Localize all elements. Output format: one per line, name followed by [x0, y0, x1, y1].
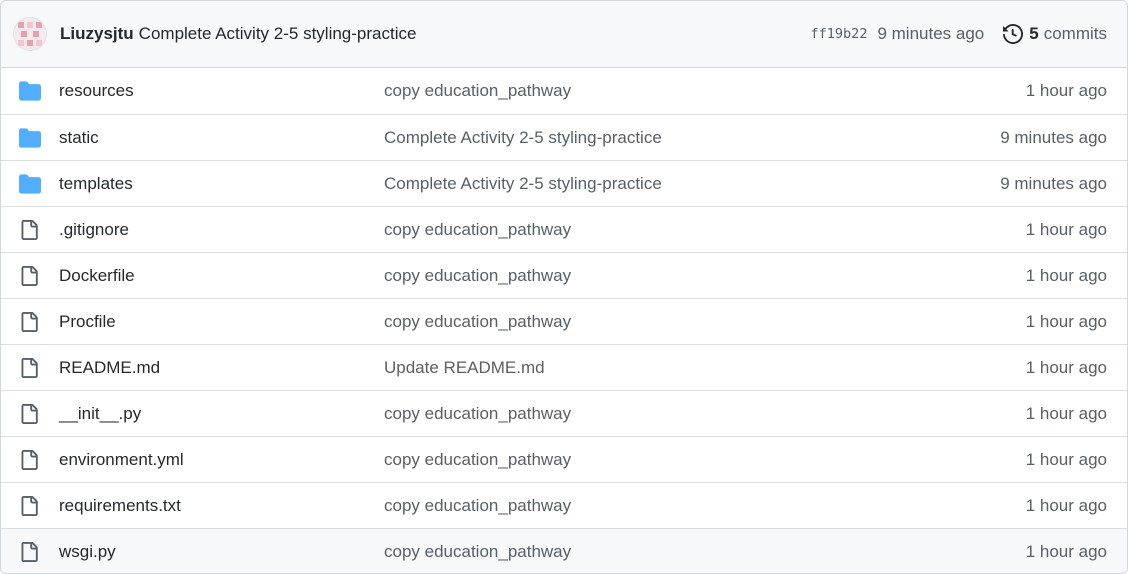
file-list: resources copy education_pathway 1 hour ag… — [1, 68, 1127, 573]
commit-age: 9 minutes ago — [1000, 127, 1107, 147]
folder-icon — [19, 127, 41, 149]
file-name-link[interactable]: README.md — [59, 358, 160, 378]
commit-message-link[interactable]: copy education_pathway — [384, 542, 571, 562]
file-icon — [19, 265, 39, 286]
commit-age: 1 hour ago — [1025, 311, 1107, 331]
folder-icon — [19, 173, 41, 195]
repo-file-browser: Liuzysjtu Complete Activity 2-5 styling-… — [0, 0, 1128, 574]
author-avatar[interactable] — [13, 17, 47, 51]
commit-message-link[interactable]: Complete Activity 2-5 styling-practice — [384, 128, 662, 148]
file-row[interactable]: resources copy education_pathway 1 hour ag… — [1, 68, 1127, 114]
commit-meta: ff19b22 9 minutes ago 5 commits — [811, 24, 1107, 44]
history-icon — [1003, 24, 1024, 44]
file-name-link[interactable]: templates — [59, 174, 133, 194]
file-row[interactable]: Procfile copy education_pathway 1 hour ago — [1, 298, 1127, 344]
commit-message-link[interactable]: copy education_pathway — [384, 312, 571, 332]
file-row[interactable]: README.md Update README.md 1 hour ago — [1, 344, 1127, 390]
folder-icon — [19, 80, 41, 102]
file-row[interactable]: wsgi.py copy education_pathway 1 hour ago — [1, 528, 1127, 573]
commit-age: 1 hour ago — [1025, 81, 1107, 100]
commit-message-link[interactable]: copy education_pathway — [384, 450, 571, 470]
file-name-link[interactable]: .gitignore — [59, 220, 129, 240]
commit-age: 1 hour ago — [1025, 357, 1107, 377]
file-icon — [19, 357, 39, 378]
commit-message-link[interactable]: copy education_pathway — [384, 404, 571, 424]
commit-sha[interactable]: ff19b22 — [811, 26, 868, 42]
file-icon — [19, 311, 39, 332]
file-row[interactable]: requirements.txt copy education_pathway 1 … — [1, 482, 1127, 528]
commit-message-link[interactable]: copy education_pathway — [384, 220, 571, 240]
file-icon — [19, 403, 39, 424]
file-row[interactable]: environment.yml copy education_pathway 1 h… — [1, 436, 1127, 482]
commit-age: 1 hour ago — [1025, 495, 1107, 515]
commit-age: 1 hour ago — [1025, 541, 1107, 561]
file-row[interactable]: templates Complete Activity 2-5 styling-p… — [1, 160, 1127, 206]
file-row[interactable]: Dockerfile copy education_pathway 1 hour a… — [1, 252, 1127, 298]
commit-message-link[interactable]: copy education_pathway — [384, 266, 571, 286]
file-name-link[interactable]: wsgi.py — [59, 542, 116, 562]
file-name-link[interactable]: Dockerfile — [59, 266, 135, 286]
file-row[interactable]: .gitignore copy education_pathway 1 hour a… — [1, 206, 1127, 252]
latest-commit-bar: Liuzysjtu Complete Activity 2-5 styling-… — [1, 1, 1127, 68]
file-name-link[interactable]: resources — [59, 81, 134, 101]
file-name-link[interactable]: Procfile — [59, 312, 116, 332]
file-name-link[interactable]: environment.yml — [59, 450, 184, 470]
commit-age: 1 hour ago — [1025, 219, 1107, 239]
commit-message-link[interactable]: copy education_pathway — [384, 81, 571, 101]
commit-message-link[interactable]: Update README.md — [384, 358, 545, 378]
file-icon — [19, 219, 39, 240]
commits-count: 5 — [1029, 24, 1039, 43]
commit-message-link[interactable]: Complete Activity 2-5 styling-practice — [384, 174, 662, 194]
commits-link[interactable]: 5 commits — [1003, 24, 1107, 44]
file-icon — [19, 495, 39, 516]
commit-age: 1 hour ago — [1025, 265, 1107, 285]
commit-message[interactable]: Complete Activity 2-5 styling-practice — [139, 24, 417, 44]
commit-time: 9 minutes ago — [877, 24, 985, 43]
commit-age: 9 minutes ago — [1000, 173, 1107, 193]
commit-author[interactable]: Liuzysjtu — [60, 24, 134, 44]
file-icon — [19, 449, 39, 470]
commit-age: 1 hour ago — [1025, 449, 1107, 469]
file-name-link[interactable]: __init__.py — [59, 404, 141, 424]
file-name-link[interactable]: requirements.txt — [59, 496, 181, 516]
commit-message-link[interactable]: copy education_pathway — [384, 496, 571, 516]
file-row[interactable]: __init__.py copy education_pathway 1 hour … — [1, 390, 1127, 436]
commit-age: 1 hour ago — [1025, 403, 1107, 423]
file-name-link[interactable]: static — [59, 128, 99, 148]
file-row[interactable]: static Complete Activity 2-5 styling-prac… — [1, 114, 1127, 160]
commits-label: commits — [1043, 24, 1107, 43]
file-icon — [19, 541, 39, 562]
